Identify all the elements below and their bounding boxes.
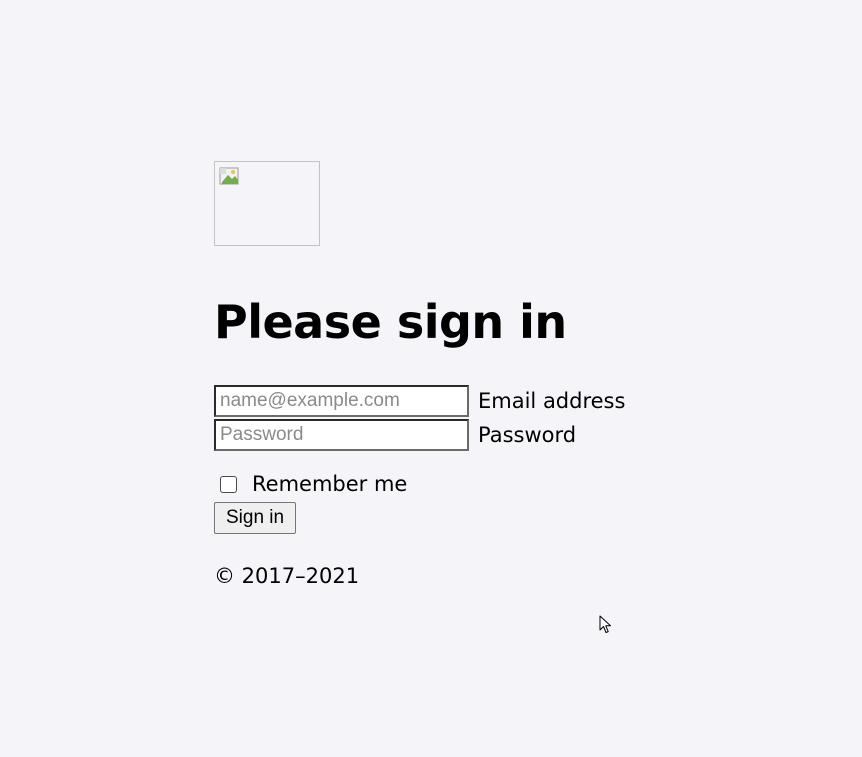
broken-image-icon	[219, 167, 239, 185]
email-row: Email address	[214, 385, 625, 417]
logo-image	[214, 161, 320, 246]
sign-in-button[interactable]: Sign in	[214, 502, 297, 534]
remember-label[interactable]: Remember me	[252, 469, 407, 499]
mouse-cursor-icon	[599, 615, 611, 633]
page-title: Please sign in	[214, 295, 567, 349]
copyright-text: © 2017–2021	[214, 564, 360, 588]
password-field[interactable]	[214, 419, 469, 451]
remember-checkbox[interactable]	[220, 475, 237, 493]
remember-row: Remember me	[214, 469, 407, 499]
password-label: Password	[478, 423, 577, 447]
password-row: Password	[214, 419, 576, 451]
email-label: Email address	[478, 389, 626, 413]
email-field[interactable]	[214, 385, 469, 417]
signin-form: Please sign in Email address Password Re…	[214, 161, 654, 588]
